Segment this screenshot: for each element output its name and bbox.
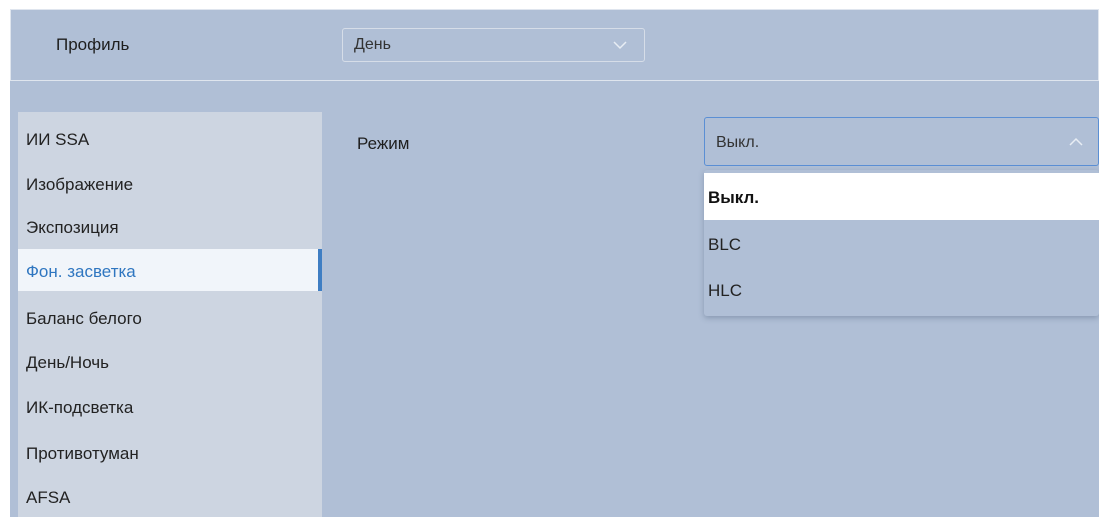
sidebar-item-label: Баланс белого [26,309,142,328]
dropdown-option-label: BLC [708,235,742,254]
profile-bar: Профиль День [10,9,1099,81]
profile-select-value: День [354,36,391,53]
mode-select-value: Выкл. [716,134,760,151]
sidebar-item-ai-ssa[interactable]: ИИ SSA [18,117,322,159]
sidebar-item-label: ИК-подсветка [26,398,134,417]
chevron-down-icon [613,41,627,50]
dropdown-option-label: HLC [708,281,743,300]
sidebar-menu: ИИ SSA Изображение Экспозиция Фон. засве… [18,112,322,517]
chevron-up-icon [1069,137,1083,146]
mode-dropdown-menu: Выкл. BLC HLC [704,170,1099,316]
mode-label: Режим [357,134,410,153]
sidebar-item-afsa[interactable]: AFSA [18,475,322,517]
sidebar-item-label: День/Ночь [26,353,110,372]
sidebar-item-white-balance[interactable]: Баланс белого [18,296,322,338]
sidebar-item-backlight[interactable]: Фон. засветка [18,249,322,291]
profile-select[interactable]: День [342,28,645,62]
dropdown-option-label: Выкл. [708,188,760,207]
sidebar-item-label: ИИ SSA [26,130,90,149]
mode-select[interactable]: Выкл. [704,117,1099,166]
sidebar-item-ir-light[interactable]: ИК-подсветка [18,385,322,427]
settings-page: Профиль День ИИ SSA Изображение Экспозиц… [0,0,1099,517]
sidebar-item-defog[interactable]: Противотуман [18,431,322,473]
sidebar-item-day-night[interactable]: День/Ночь [18,340,322,382]
dropdown-option-blc[interactable]: BLC [704,220,1099,267]
sidebar-item-label: AFSA [26,488,71,507]
dropdown-option-off[interactable]: Выкл. [704,173,1099,220]
sidebar-item-label: Фон. засветка [26,262,136,281]
sidebar-item-image[interactable]: Изображение [18,162,322,204]
sidebar-item-label: Экспозиция [26,218,119,237]
sidebar-item-label: Изображение [26,175,134,194]
dropdown-option-hlc[interactable]: HLC [704,266,1099,313]
sidebar-item-label: Противотуман [26,444,139,463]
sidebar-item-exposure[interactable]: Экспозиция [18,205,322,247]
profile-label: Профиль [56,35,130,54]
